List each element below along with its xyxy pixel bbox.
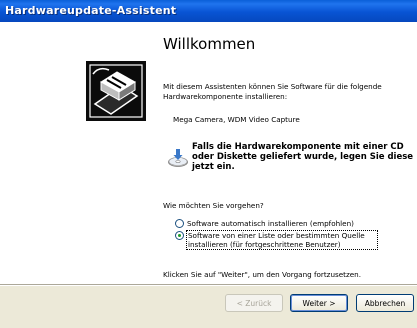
option-automatic-label: Software automatisch installieren (empfo… [187, 219, 354, 228]
radio-list[interactable] [175, 231, 184, 240]
continue-hint: Klicken Sie auf "Weiter", um den Vorgang… [163, 270, 362, 279]
divider [0, 284, 417, 286]
next-button[interactable]: Weiter > [290, 294, 348, 312]
window-title: Hardwareupdate-Assistent [5, 4, 177, 17]
radio-selected-dot [178, 234, 181, 237]
content-panel: Willkommen Mit diesem Assistenten können… [156, 22, 417, 284]
device-name: Mega Camera, WDM Video Capture [173, 115, 300, 124]
title-bar[interactable]: Hardwareupdate-Assistent [0, 0, 417, 22]
option-list-label: Software von einer Liste oder bestimmten… [186, 230, 378, 250]
hardware-wizard-icon [86, 61, 146, 121]
option-list-install[interactable]: Software von einer Liste oder bestimmten… [175, 230, 378, 250]
option-automatic-install[interactable]: Software automatisch installieren (empfo… [175, 219, 354, 228]
back-button[interactable]: < Zurück [225, 294, 283, 312]
wizard-window: Hardwareupdate-Assistent Willkommen Mit … [0, 0, 417, 328]
intro-text: Mit diesem Assistenten können Sie Softwa… [163, 82, 382, 101]
cancel-button[interactable]: Abbrechen [356, 294, 414, 312]
cd-disc-icon [168, 149, 188, 167]
cd-notice: Falls die Hardwarekomponente mit einer C… [192, 142, 414, 172]
page-title: Willkommen [163, 35, 256, 53]
question-label: Wie möchten Sie vorgehen? [163, 201, 264, 210]
radio-automatic[interactable] [175, 219, 184, 228]
left-panel [0, 22, 156, 284]
